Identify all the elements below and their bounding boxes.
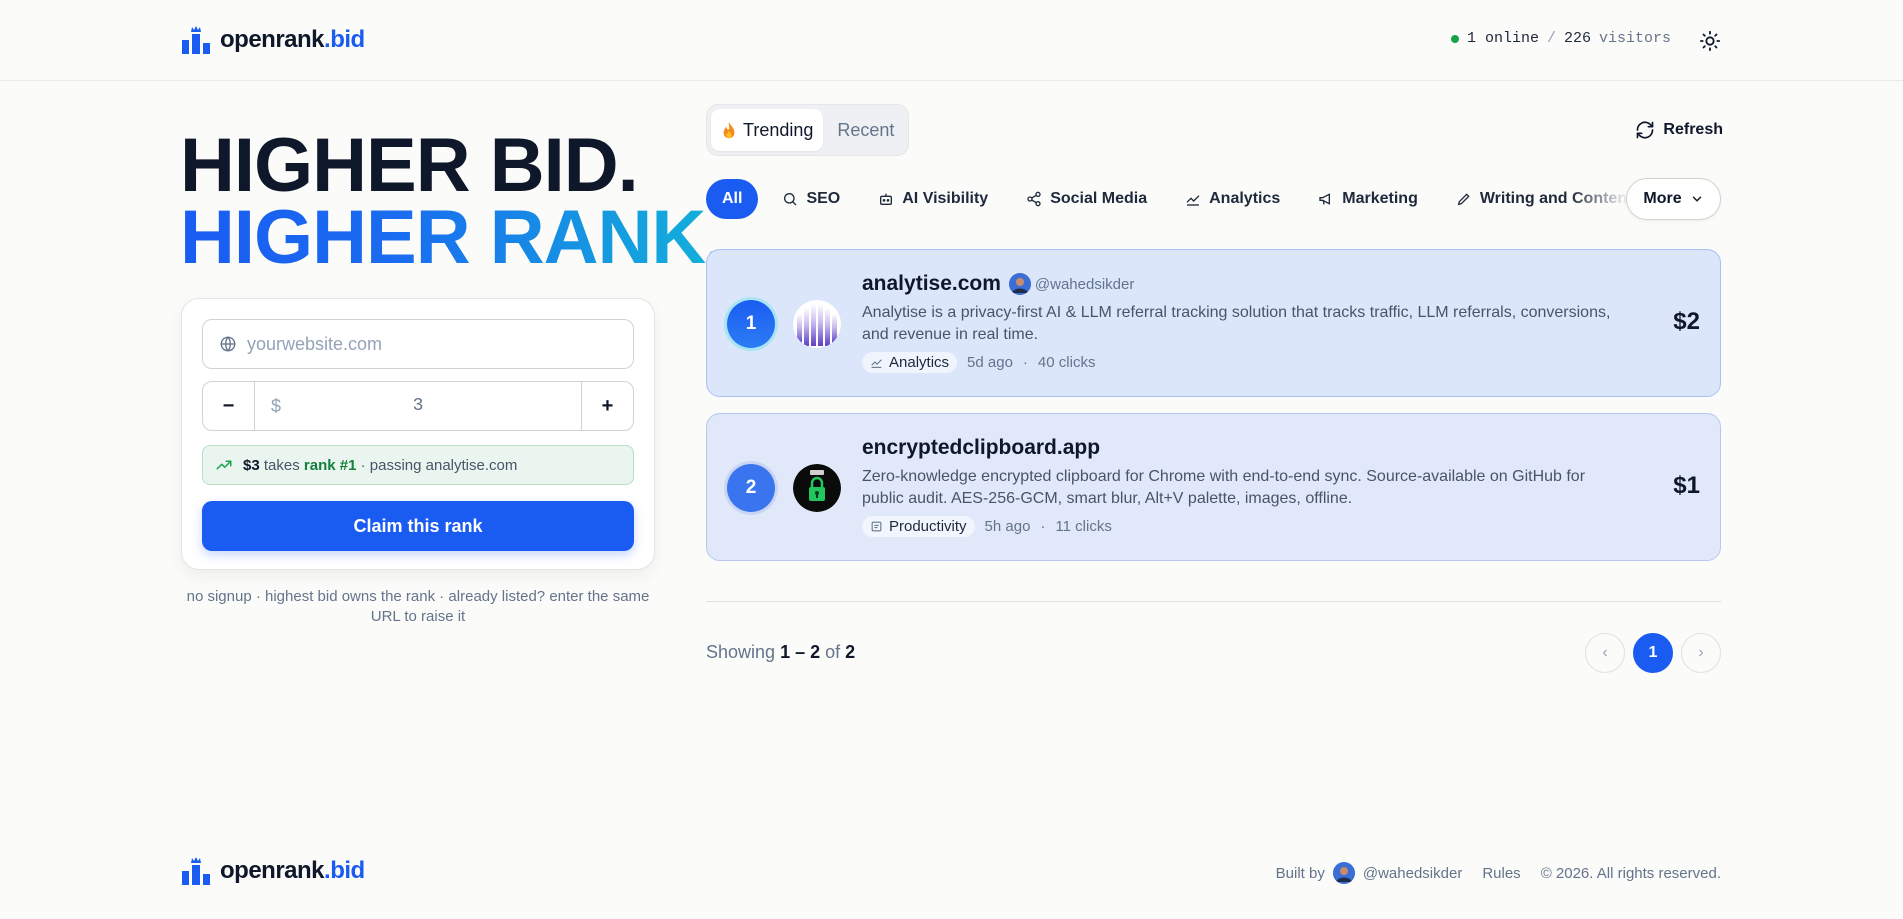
listing-price: $1 (1673, 472, 1700, 499)
visitors-label: visitors (1598, 30, 1671, 47)
prev-page-button[interactable]: ‹ (1585, 633, 1625, 673)
footer-links: Built by @wahedsikder Rules © 2026. All … (1276, 862, 1721, 884)
trending-up-icon (216, 460, 232, 470)
bid-amount-value: 3 (412, 396, 424, 416)
category-fade (1570, 178, 1630, 220)
form-note: no signup · highest bid owns the rank · … (186, 588, 650, 625)
results-total: 2 (845, 642, 856, 662)
flame-icon (723, 121, 735, 139)
bid-amount-stepper: − $ 3 + (202, 381, 634, 431)
online-dot-icon (1450, 34, 1459, 43)
url-input[interactable] (247, 333, 627, 355)
header-logo[interactable]: openrank.bid (180, 24, 365, 56)
feed-tabs: Trending Recent (706, 104, 910, 156)
listing-clicks: 40 clicks (1037, 354, 1096, 371)
site-favicon-icon (793, 300, 841, 348)
bot-icon (880, 193, 893, 205)
more-categories-button[interactable]: More (1626, 178, 1721, 220)
theme-toggle-button[interactable] (1697, 28, 1723, 54)
rank-badge: 2 (727, 464, 775, 512)
refresh-icon (1637, 121, 1654, 139)
listing-meta: Productivity 5h ago · 11 clicks (862, 516, 1622, 537)
hero-line-1: HIGHER BID. (180, 123, 639, 208)
app-window-icon (871, 521, 882, 532)
hero-headline: HIGHER BID. HIGHER RANK. (180, 123, 726, 280)
listing-age: 5h ago (984, 518, 1031, 535)
next-page-button[interactable]: › (1681, 633, 1721, 673)
category-marketing[interactable]: Marketing (1304, 179, 1432, 219)
listing-meta: Analytics 5d ago · 40 clicks (862, 352, 1622, 373)
pen-icon (1457, 193, 1470, 206)
brand-name: openrank.bid (220, 26, 365, 53)
site-name[interactable]: encryptedclipboard.app (862, 436, 1100, 460)
sun-icon (1699, 30, 1721, 52)
site-favicon-icon (793, 464, 841, 512)
online-count: 1 online (1466, 30, 1539, 47)
category-ai-visibility[interactable]: AI Visibility (864, 179, 1002, 219)
tab-trending[interactable]: Trending (711, 109, 824, 151)
chart-icon (1186, 195, 1200, 206)
listing-description: Zero-knowledge encrypted clipboard for C… (862, 468, 1586, 507)
listing-title: analytise.com @wahedsikder (862, 272, 1622, 296)
copyright: © 2026. All rights reserved. (1540, 864, 1721, 882)
tab-recent[interactable]: Recent (827, 109, 904, 151)
logo-bars-icon (182, 857, 210, 885)
search-icon (784, 193, 797, 206)
listing-description: Analytise is a privacy-first AI & LLM re… (862, 304, 1611, 343)
meta-separator: · (1040, 518, 1046, 535)
presence-indicator: 1 online / 226 visitors (1450, 30, 1671, 47)
bid-form-card: − $ 3 + $3 takes rank #1 · passing analy… (181, 298, 655, 570)
logo-bars-icon (182, 26, 210, 54)
hero-line-2: HIGHER RANK. (180, 195, 726, 280)
footer-logo[interactable]: openrank.bid (180, 855, 365, 887)
chevron-down-icon (1692, 196, 1701, 202)
increment-button[interactable]: + (581, 382, 633, 430)
bid-amount-field[interactable]: $ 3 (255, 382, 581, 430)
category-all[interactable]: All (706, 179, 759, 219)
rank-badge: 1 (727, 300, 775, 348)
avatar (1008, 273, 1031, 295)
category-analytics[interactable]: Analytics (1171, 179, 1294, 219)
megaphone-icon (1319, 193, 1331, 205)
meta-separator: · (1022, 354, 1028, 371)
brand-name: openrank.bid (220, 857, 365, 884)
presence-separator: / (1546, 30, 1556, 47)
rules-link[interactable]: Rules (1482, 865, 1520, 882)
list-divider (706, 601, 1721, 602)
avatar (1332, 862, 1355, 884)
chart-icon (871, 359, 882, 368)
hint-text: $3 takes rank #1 · passing analytise.com (243, 456, 518, 474)
listing-owner[interactable]: @wahedsikder (1008, 273, 1134, 295)
category-chip[interactable]: Analytics (862, 352, 958, 373)
results-range: 1 – 2 (780, 642, 821, 662)
rank-hint: $3 takes rank #1 · passing analytise.com (202, 445, 634, 485)
listing-clicks: 11 clicks (1055, 518, 1112, 535)
category-social-media[interactable]: Social Media (1012, 179, 1161, 219)
top-header: openrank.bid 1 online / 226 visitors (0, 0, 1903, 81)
category-chip[interactable]: Productivity (862, 516, 975, 537)
listing-title: encryptedclipboard.app (862, 436, 1622, 460)
listing-price: $2 (1673, 308, 1700, 335)
listing-age: 5d ago (967, 354, 1013, 371)
share-icon (1027, 191, 1041, 207)
category-filters: All SEO AI Visibility Social Media Analy… (706, 178, 1721, 220)
globe-icon (220, 336, 236, 352)
listing-body: encryptedclipboard.app Zero-knowledge en… (862, 436, 1622, 537)
currency-symbol: $ (271, 395, 282, 416)
visitors-count: 226 (1563, 30, 1591, 47)
site-name[interactable]: analytise.com (862, 272, 1001, 296)
page-1-button[interactable]: 1 (1633, 633, 1673, 673)
built-by[interactable]: Built by @wahedsikder (1276, 862, 1462, 884)
category-seo[interactable]: SEO (768, 179, 854, 219)
listing-card[interactable]: 1 analytise.com @wahedsikder Analytise i… (706, 249, 1721, 397)
pagination: ‹ 1 › (1585, 633, 1721, 673)
claim-rank-button[interactable]: Claim this rank (202, 501, 634, 551)
results-summary: Showing 1 – 2 of 2 (706, 642, 856, 662)
listing-card[interactable]: 2 encryptedclipboard.app Zero-knowledge … (706, 413, 1721, 561)
listing-body: analytise.com @wahedsikder Analytise is … (862, 272, 1622, 373)
url-field[interactable] (202, 319, 634, 369)
refresh-button[interactable]: Refresh (1635, 120, 1723, 140)
decrement-button[interactable]: − (203, 382, 255, 430)
